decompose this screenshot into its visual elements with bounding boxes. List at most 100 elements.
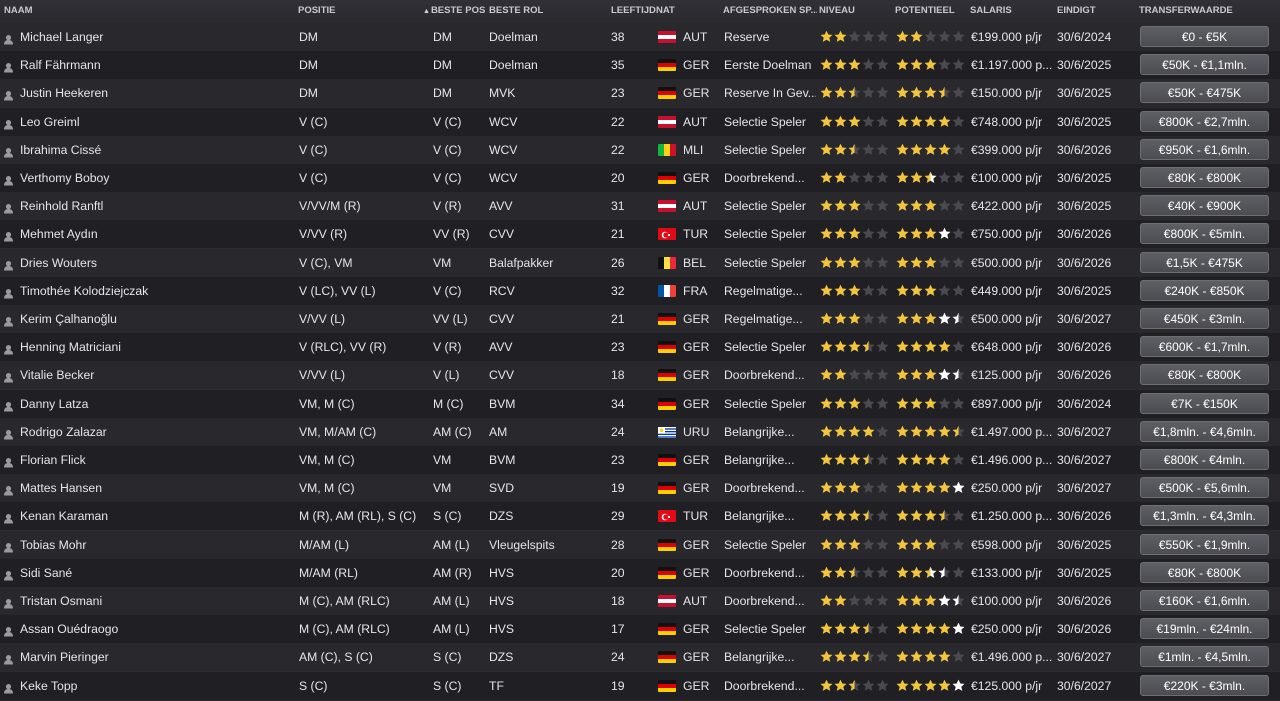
star-icon <box>876 650 889 663</box>
person-icon <box>3 624 14 637</box>
table-row[interactable]: Kerim Çalhanoğlu V/VV (L) VV (L) CVV 21 GER Re… <box>0 305 1280 334</box>
player-name-link[interactable]: Henning Matriciani <box>20 333 290 361</box>
player-name-link[interactable]: Mehmet Aydın <box>20 220 290 248</box>
star-icon <box>876 425 889 437</box>
player-name-link[interactable]: Marvin Pieringer <box>20 643 290 671</box>
table-row[interactable]: Tristan Osmani M (C), AM (RLC) AM (L) HVS 18… <box>0 587 1280 616</box>
table-row[interactable]: Ralf Fährmann DM DM Doelman 35 GER Eerste Doel… <box>0 51 1280 81</box>
transfer-value-button[interactable]: €0 - €5K <box>1140 26 1269 47</box>
col-header-beste-pos[interactable]: ▲BESTE POS <box>423 0 487 23</box>
player-name-link[interactable]: Danny Latza <box>20 390 290 418</box>
transfer-value-button[interactable]: €550K - €1,9mln. <box>1140 533 1269 555</box>
table-row[interactable]: Justin Heekeren DM DM MVK 23 GER Reserve In Ge… <box>0 79 1280 109</box>
col-header-potentieel[interactable]: POTENTIEEL <box>895 0 969 23</box>
player-salary: €133.000 p/jr <box>971 565 1043 580</box>
player-name-link[interactable]: Kerim Çalhanoğlu <box>20 305 290 333</box>
transfer-value-button[interactable]: €1,8mln. - €4,6mln. <box>1140 420 1269 442</box>
table-row[interactable]: Verthomy Boboy V (C) V (C) WCV 20 GER Doorbrek… <box>0 164 1280 193</box>
table-row[interactable]: Timothée Kolodziejczak V (LC), VV (L) V (C… <box>0 276 1280 306</box>
col-header-positie[interactable]: POSITIE <box>298 0 418 23</box>
transfer-value-button[interactable]: €450K - €3mln. <box>1140 308 1269 329</box>
table-row[interactable]: Rodrigo Zalazar VM, M/AM (C) AM (C) AM 24 URU… <box>0 417 1280 447</box>
transfer-value-button[interactable]: €80K - €800K <box>1140 561 1269 583</box>
player-name-link[interactable]: Justin Heekeren <box>20 79 290 107</box>
col-header-afgesproken-speeltijd[interactable]: AFGESPROKEN SP... <box>723 0 817 23</box>
player-name-link[interactable]: Tobias Mohr <box>20 531 290 559</box>
transfer-value-button[interactable]: €1,5K - €475K <box>1140 251 1269 273</box>
transfer-value-button[interactable]: €1,3mln. - €4,3mln. <box>1140 505 1269 527</box>
player-name-link[interactable]: Dries Wouters <box>20 249 290 277</box>
player-squad-status: Reserve In Gev... <box>724 86 816 101</box>
star-icon <box>876 86 889 99</box>
transfer-value-button[interactable]: €40K - €900K <box>1140 195 1269 217</box>
table-row[interactable]: Leo Greiml V (C) V (C) WCV 22 AUT Selectie Spe… <box>0 107 1280 137</box>
transfer-value-button[interactable]: €7K - €150K <box>1140 392 1269 414</box>
table-row[interactable]: Danny Latza VM, M (C) M (C) BVM 34 GER Selecti… <box>0 389 1280 419</box>
transfer-value-button[interactable]: €80K - €800K <box>1140 364 1269 386</box>
player-name-link[interactable]: Kenan Karaman <box>20 502 290 530</box>
transfer-value-button[interactable]: €800K - €2,7mln. <box>1140 110 1269 132</box>
table-row[interactable]: Vitalie Becker V/VV (L) V (L) CVV 18 GER Doorb… <box>0 361 1280 391</box>
transfer-value-button[interactable]: €1mln. - €4,5mln. <box>1140 646 1269 668</box>
transfer-value-button[interactable]: €80K - €800K <box>1140 167 1269 188</box>
col-header-leeftijd[interactable]: LEEFTIJD <box>611 0 656 23</box>
table-row[interactable]: Henning Matriciani V (RLC), VV (R) V (R) AV… <box>0 333 1280 363</box>
player-name-link[interactable]: Timothée Kolodziejczak <box>20 277 290 305</box>
star-icon <box>952 481 965 494</box>
table-row[interactable]: Reinhold Ranftl V/VV/M (R) V (R) AVV 31 AUT Se… <box>0 192 1280 222</box>
col-header-beste-rol[interactable]: BESTE ROL <box>489 0 599 23</box>
transfer-value-button[interactable]: €500K - €5,6mln. <box>1140 477 1269 499</box>
player-name-link[interactable]: Ralf Fährmann <box>20 51 290 79</box>
player-name-link[interactable]: Sidi Sané <box>20 559 290 587</box>
table-row[interactable]: Mehmet Aydın V/VV (R) VV (R) CVV 21 TUR Select… <box>0 220 1280 250</box>
player-name-link[interactable]: Vitalie Becker <box>20 361 290 389</box>
transfer-value-button[interactable]: €800K - €5mln. <box>1140 223 1269 245</box>
transfer-value-button[interactable]: €160K - €1,6mln. <box>1140 590 1269 611</box>
star-icon <box>910 453 923 465</box>
player-name-link[interactable]: Tristan Osmani <box>20 587 290 615</box>
table-row[interactable]: Florian Flick VM, M (C) VM BVM 23 GER Belangri… <box>0 446 1280 475</box>
player-name-link[interactable]: Michael Langer <box>20 23 290 51</box>
col-header-niveau[interactable]: NIVEAU <box>819 0 893 23</box>
player-name-link[interactable]: Assan Ouédraogo <box>20 615 290 643</box>
player-name-link[interactable]: Florian Flick <box>20 446 290 474</box>
col-header-naam[interactable]: NAAM <box>4 0 104 23</box>
player-name-link[interactable]: Verthomy Boboy <box>20 164 290 192</box>
transfer-value-button[interactable]: €950K - €1,6mln. <box>1140 138 1269 160</box>
table-row[interactable]: Kenan Karaman M (R), AM (RL), S (C) S (C) D… <box>0 502 1280 532</box>
table-row[interactable]: Keke Topp S (C) S (C) TF 19 GER Doorbrekend...… <box>0 671 1280 701</box>
player-name-link[interactable]: Mattes Hansen <box>20 474 290 502</box>
player-name-link[interactable]: Keke Topp <box>20 672 290 700</box>
star-icon <box>938 284 951 296</box>
star-icon <box>862 622 875 635</box>
table-row[interactable]: Assan Ouédraogo M (C), AM (RLC) AM (L) HVS 1… <box>0 615 1280 645</box>
transfer-value-button[interactable]: €800K - €4mln. <box>1140 449 1269 470</box>
table-row[interactable]: Michael Langer DM DM Doelman 38 AUT Reserve €19… <box>0 23 1280 52</box>
transfer-value-button[interactable]: €240K - €850K <box>1140 279 1269 301</box>
star-icon <box>848 453 861 465</box>
player-name-link[interactable]: Rodrigo Zalazar <box>20 418 290 446</box>
col-header-transferwaarde[interactable]: TRANSFERWAARDE <box>1139 0 1274 23</box>
transfer-value-button[interactable]: €50K - €1,1mln. <box>1140 54 1269 76</box>
table-row[interactable]: Dries Wouters V (C), VM VM Balafpakker 26 BEL… <box>0 248 1280 278</box>
col-header-salaris[interactable]: SALARIS <box>970 0 1054 23</box>
table-row[interactable]: Marvin Pieringer AM (C), S (C) S (C) DZS 24 G… <box>0 643 1280 673</box>
table-row[interactable]: Ibrahima Cissé V (C) V (C) WCV 22 MLI Selectie… <box>0 135 1280 165</box>
star-icon <box>848 397 861 409</box>
table-row[interactable]: Mattes Hansen VM, M (C) VM SVD 19 GER Doorbrek… <box>0 474 1280 504</box>
star-icon <box>938 312 951 324</box>
transfer-value-button[interactable]: €50K - €475K <box>1140 82 1269 104</box>
transfer-value-button[interactable]: €600K - €1,7mln. <box>1140 336 1269 358</box>
table-row[interactable]: Sidi Sané M/AM (RL) AM (R) HVS 20 GER Doorbrek… <box>0 558 1280 588</box>
col-header-nat[interactable]: NAT <box>656 0 716 23</box>
transfer-value-button[interactable]: €19mln. - €24mln. <box>1140 618 1269 640</box>
table-row[interactable]: Tobias Mohr M/AM (L) AM (L) Vleugelspits 28 G… <box>0 530 1280 560</box>
transfer-value-button[interactable]: €220K - €3mln. <box>1140 674 1269 696</box>
contract-end-date: 30/6/2027 <box>1057 678 1112 693</box>
player-name-link[interactable]: Leo Greiml <box>20 108 290 136</box>
star-icon <box>876 566 889 578</box>
player-name-link[interactable]: Ibrahima Cissé <box>20 136 290 164</box>
player-name-link[interactable]: Reinhold Ranftl <box>20 192 290 220</box>
col-header-eindigt[interactable]: EINDIGT <box>1057 0 1137 23</box>
star-icon <box>820 312 833 324</box>
